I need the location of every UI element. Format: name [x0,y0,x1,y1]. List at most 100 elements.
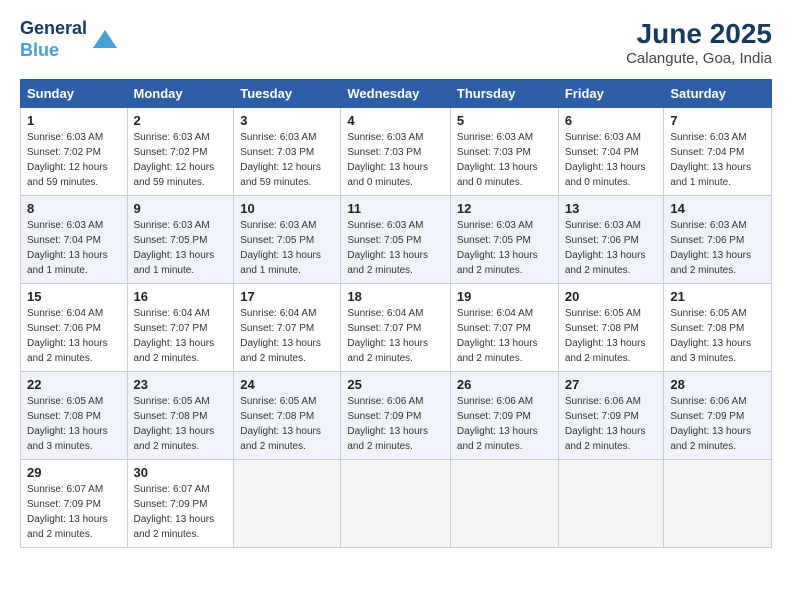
calendar-week-row: 29 Sunrise: 6:07 AM Sunset: 7:09 PM Dayli… [21,460,772,548]
day-detail: Sunrise: 6:05 AM Sunset: 7:08 PM Dayligh… [670,306,765,366]
day-number: 15 [27,289,121,304]
calendar-day-cell: 20 Sunrise: 6:05 AM Sunset: 7:08 PM Dayli… [558,284,664,372]
day-detail: Sunrise: 6:03 AM Sunset: 7:05 PM Dayligh… [240,218,334,278]
calendar-day-cell: 17 Sunrise: 6:04 AM Sunset: 7:07 PM Dayli… [234,284,341,372]
calendar-day-cell: 18 Sunrise: 6:04 AM Sunset: 7:07 PM Dayli… [341,284,451,372]
day-detail: Sunrise: 6:07 AM Sunset: 7:09 PM Dayligh… [27,482,121,542]
calendar-day-cell: 24 Sunrise: 6:05 AM Sunset: 7:08 PM Dayli… [234,372,341,460]
day-number: 14 [670,201,765,216]
logo-text: GeneralBlue [20,18,87,61]
calendar-subtitle: Calangute, Goa, India [626,50,772,67]
calendar-day-cell [664,460,772,548]
page: GeneralBlue June 2025 Calangute, Goa, In… [0,0,792,612]
day-number: 27 [565,377,658,392]
day-detail: Sunrise: 6:03 AM Sunset: 7:04 PM Dayligh… [565,130,658,190]
day-number: 8 [27,201,121,216]
day-detail: Sunrise: 6:03 AM Sunset: 7:05 PM Dayligh… [347,218,444,278]
calendar-day-cell [558,460,664,548]
calendar-day-cell: 13 Sunrise: 6:03 AM Sunset: 7:06 PM Dayli… [558,196,664,284]
day-number: 17 [240,289,334,304]
day-detail: Sunrise: 6:03 AM Sunset: 7:02 PM Dayligh… [134,130,228,190]
day-detail: Sunrise: 6:05 AM Sunset: 7:08 PM Dayligh… [565,306,658,366]
day-detail: Sunrise: 6:03 AM Sunset: 7:04 PM Dayligh… [27,218,121,278]
day-number: 1 [27,113,121,128]
day-detail: Sunrise: 6:06 AM Sunset: 7:09 PM Dayligh… [565,394,658,454]
calendar-day-cell: 28Sunrise: 6:06 AM Sunset: 7:09 PM Dayli… [664,372,772,460]
day-detail: Sunrise: 6:03 AM Sunset: 7:05 PM Dayligh… [457,218,552,278]
weekday-header: Sunday [21,80,128,108]
title-block: June 2025 Calangute, Goa, India [626,18,772,67]
day-number: 6 [565,113,658,128]
day-number: 25 [347,377,444,392]
calendar-day-cell: 23 Sunrise: 6:05 AM Sunset: 7:08 PM Dayli… [127,372,234,460]
calendar-day-cell: 4Sunrise: 6:03 AM Sunset: 7:03 PM Daylig… [341,108,451,196]
day-number: 12 [457,201,552,216]
calendar-day-cell [450,460,558,548]
day-number: 4 [347,113,444,128]
calendar-day-cell: 2 Sunrise: 6:03 AM Sunset: 7:02 PM Daylig… [127,108,234,196]
day-number: 11 [347,201,444,216]
day-number: 29 [27,465,121,480]
calendar-day-cell: 9Sunrise: 6:03 AM Sunset: 7:05 PM Daylig… [127,196,234,284]
day-detail: Sunrise: 6:04 AM Sunset: 7:07 PM Dayligh… [134,306,228,366]
calendar-day-cell [341,460,451,548]
calendar-day-cell: 14Sunrise: 6:03 AM Sunset: 7:06 PM Dayli… [664,196,772,284]
calendar-week-row: 22Sunrise: 6:05 AM Sunset: 7:08 PM Dayli… [21,372,772,460]
weekday-header: Tuesday [234,80,341,108]
day-detail: Sunrise: 6:05 AM Sunset: 7:08 PM Dayligh… [27,394,121,454]
calendar-day-cell: 27 Sunrise: 6:06 AM Sunset: 7:09 PM Dayli… [558,372,664,460]
day-number: 3 [240,113,334,128]
calendar-day-cell: 3 Sunrise: 6:03 AM Sunset: 7:03 PM Daylig… [234,108,341,196]
calendar-title: June 2025 [626,18,772,50]
day-detail: Sunrise: 6:05 AM Sunset: 7:08 PM Dayligh… [134,394,228,454]
day-number: 20 [565,289,658,304]
weekday-header: Saturday [664,80,772,108]
day-number: 30 [134,465,228,480]
calendar-day-cell: 8 Sunrise: 6:03 AM Sunset: 7:04 PM Daylig… [21,196,128,284]
day-detail: Sunrise: 6:04 AM Sunset: 7:07 PM Dayligh… [457,306,552,366]
day-detail: Sunrise: 6:03 AM Sunset: 7:03 PM Dayligh… [240,130,334,190]
day-detail: Sunrise: 6:03 AM Sunset: 7:02 PM Dayligh… [27,130,121,190]
calendar-day-cell: 6 Sunrise: 6:03 AM Sunset: 7:04 PM Daylig… [558,108,664,196]
header: GeneralBlue June 2025 Calangute, Goa, In… [20,18,772,67]
day-detail: Sunrise: 6:03 AM Sunset: 7:04 PM Dayligh… [670,130,765,190]
weekday-header: Wednesday [341,80,451,108]
day-number: 13 [565,201,658,216]
calendar-week-row: 15 Sunrise: 6:04 AM Sunset: 7:06 PM Dayli… [21,284,772,372]
day-number: 19 [457,289,552,304]
day-detail: Sunrise: 6:03 AM Sunset: 7:05 PM Dayligh… [134,218,228,278]
day-detail: Sunrise: 6:05 AM Sunset: 7:08 PM Dayligh… [240,394,334,454]
calendar-day-cell: 1 Sunrise: 6:03 AM Sunset: 7:02 PM Daylig… [21,108,128,196]
calendar-day-cell: 25Sunrise: 6:06 AM Sunset: 7:09 PM Dayli… [341,372,451,460]
weekday-header: Friday [558,80,664,108]
day-number: 18 [347,289,444,304]
calendar-day-cell: 22Sunrise: 6:05 AM Sunset: 7:08 PM Dayli… [21,372,128,460]
weekday-header: Monday [127,80,234,108]
calendar-day-cell [234,460,341,548]
calendar-table: SundayMondayTuesdayWednesdayThursdayFrid… [20,79,772,548]
calendar-day-cell: 26 Sunrise: 6:06 AM Sunset: 7:09 PM Dayli… [450,372,558,460]
day-number: 2 [134,113,228,128]
calendar-day-cell: 30Sunrise: 6:07 AM Sunset: 7:09 PM Dayli… [127,460,234,548]
calendar-week-row: 1 Sunrise: 6:03 AM Sunset: 7:02 PM Daylig… [21,108,772,196]
day-number: 10 [240,201,334,216]
calendar-day-cell: 15 Sunrise: 6:04 AM Sunset: 7:06 PM Dayli… [21,284,128,372]
logo: GeneralBlue [20,18,119,61]
calendar-day-cell: 10 Sunrise: 6:03 AM Sunset: 7:05 PM Dayli… [234,196,341,284]
day-number: 7 [670,113,765,128]
day-number: 21 [670,289,765,304]
day-number: 23 [134,377,228,392]
calendar-day-cell: 29 Sunrise: 6:07 AM Sunset: 7:09 PM Dayli… [21,460,128,548]
weekday-header: Thursday [450,80,558,108]
day-detail: Sunrise: 6:04 AM Sunset: 7:07 PM Dayligh… [347,306,444,366]
day-detail: Sunrise: 6:04 AM Sunset: 7:07 PM Dayligh… [240,306,334,366]
day-number: 24 [240,377,334,392]
day-detail: Sunrise: 6:03 AM Sunset: 7:03 PM Dayligh… [457,130,552,190]
calendar-day-cell: 5 Sunrise: 6:03 AM Sunset: 7:03 PM Daylig… [450,108,558,196]
day-detail: Sunrise: 6:06 AM Sunset: 7:09 PM Dayligh… [457,394,552,454]
day-number: 26 [457,377,552,392]
day-number: 5 [457,113,552,128]
day-detail: Sunrise: 6:06 AM Sunset: 7:09 PM Dayligh… [670,394,765,454]
day-detail: Sunrise: 6:03 AM Sunset: 7:06 PM Dayligh… [565,218,658,278]
day-detail: Sunrise: 6:04 AM Sunset: 7:06 PM Dayligh… [27,306,121,366]
